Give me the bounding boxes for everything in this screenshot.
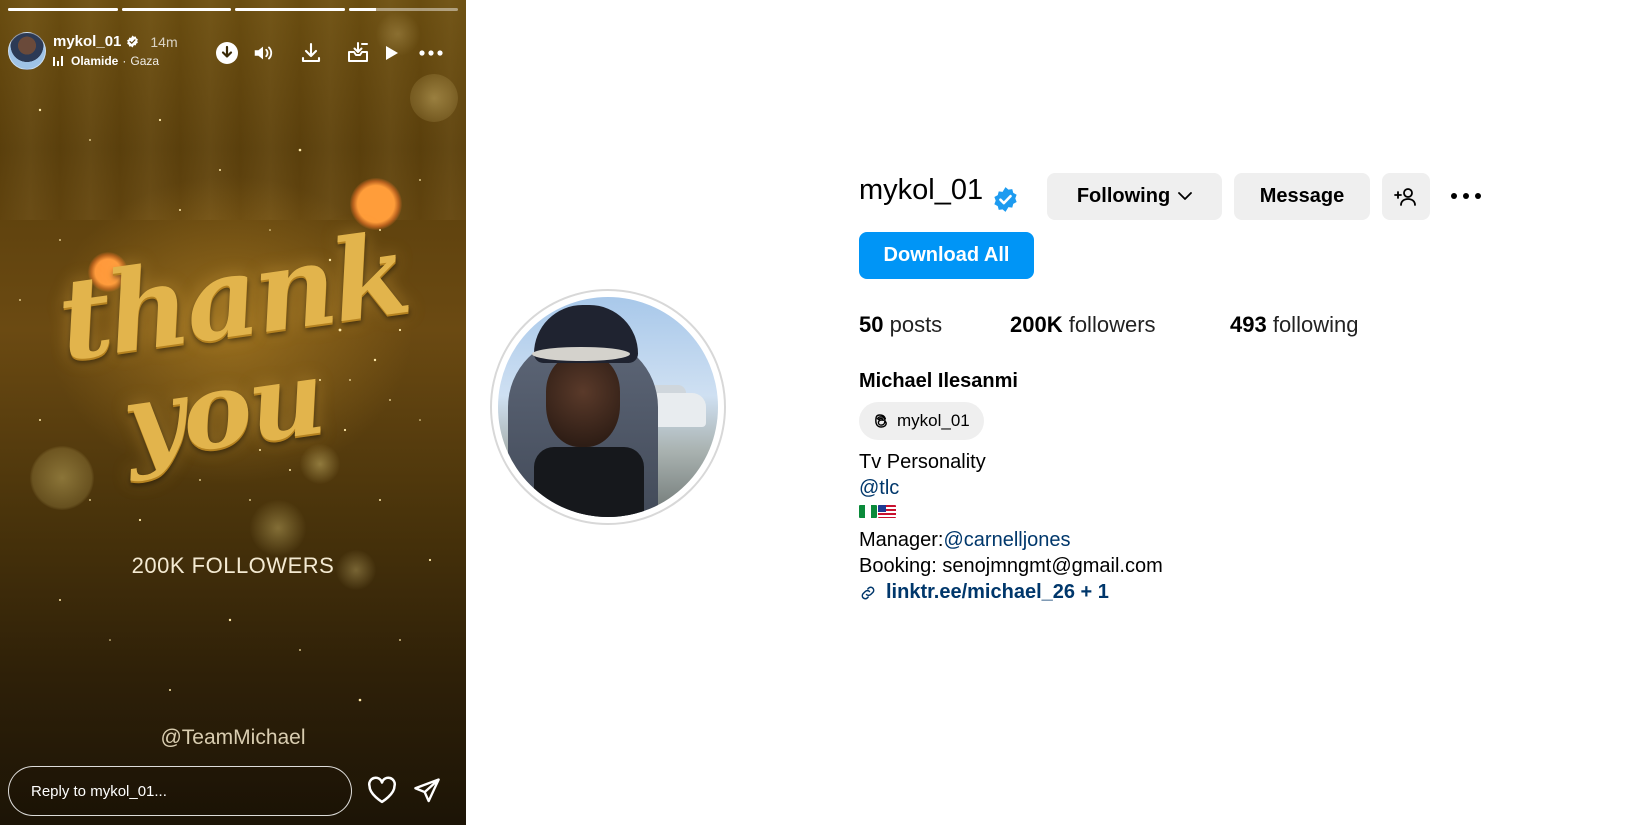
story-progress-segment [235, 8, 345, 11]
profile-page: mykol_01 Following Message Download All … [466, 0, 1650, 825]
more-horizontal-icon [1451, 193, 1481, 199]
story-reply-input[interactable]: Reply to mykol_01... [8, 766, 352, 816]
send-icon[interactable] [413, 776, 443, 806]
story-followers-caption: 200K FOLLOWERS [131, 553, 335, 578]
more-icon[interactable] [416, 40, 446, 66]
link-icon [861, 586, 875, 599]
followers-count-label: followers [1062, 312, 1156, 337]
following-button-label: Following [1076, 185, 1171, 207]
download-all-button[interactable]: Download All [859, 232, 1034, 279]
following-count-label: following [1266, 312, 1359, 337]
posts-count[interactable]: 50 posts [859, 312, 942, 338]
following-count[interactable]: 493 following [1230, 312, 1358, 338]
bio-category: Tv Personality [859, 451, 986, 473]
suggest-users-button[interactable] [1382, 173, 1430, 220]
play-icon[interactable] [378, 40, 404, 66]
story-viewer: mykol_01 14m Olamide · Gaza thank you 20… [0, 0, 466, 825]
story-progress-bar [8, 8, 458, 11]
save-to-archive-icon[interactable] [345, 40, 371, 66]
profile-photo [498, 297, 718, 517]
bio-flags [859, 505, 896, 518]
heart-icon[interactable] [367, 776, 399, 806]
message-button[interactable]: Message [1234, 173, 1370, 220]
profile-username: mykol_01 [859, 174, 984, 206]
external-link-text: linktr.ee/michael_26 + 1 [886, 581, 1109, 603]
music-bars-icon [53, 56, 63, 66]
threads-handle: mykol_01 [897, 411, 970, 430]
music-separator: · [122, 54, 127, 68]
bokeh-light [410, 74, 458, 122]
story-username[interactable]: mykol_01 [53, 33, 121, 50]
followers-count[interactable]: 200K followers [1010, 312, 1156, 338]
story-progress-segment [348, 8, 458, 11]
manager-mention[interactable]: @carnelljones [944, 529, 1071, 551]
profile-avatar[interactable] [490, 289, 726, 525]
threads-badge[interactable]: mykol_01 [859, 402, 984, 440]
music-song: Gaza [130, 54, 160, 68]
threads-icon [875, 414, 887, 428]
story-progress-segment [121, 8, 231, 11]
followers-count-value: 200K [1010, 312, 1063, 337]
bio-mention-tlc[interactable]: @tlc [859, 477, 899, 500]
posts-count-value: 50 [859, 312, 884, 337]
story-music-info[interactable]: Olamide · Gaza [53, 54, 159, 68]
bokeh-light [250, 500, 306, 556]
chevron-down-icon [1178, 192, 1193, 200]
posts-count-label: posts [883, 312, 943, 337]
volume-icon[interactable] [250, 40, 276, 66]
following-count-value: 493 [1230, 312, 1267, 337]
music-artist: Olamide [71, 54, 119, 68]
booking-label: Booking: [859, 555, 943, 577]
bio-manager: Manager:@carnelljones [859, 529, 1071, 552]
story-watermark: @TeamMichael [160, 726, 306, 749]
nigeria-flag-icon [859, 505, 877, 518]
manager-label: Manager: [859, 529, 944, 551]
usa-flag-icon [878, 505, 896, 518]
save-icon[interactable] [298, 40, 324, 66]
verified-badge-icon [994, 187, 1017, 212]
external-link[interactable]: linktr.ee/michael_26 + 1 [859, 581, 1109, 604]
profile-full-name: Michael Ilesanmi [859, 370, 1018, 392]
story-timestamp: 14m [150, 33, 178, 50]
profile-options-button[interactable] [1446, 176, 1486, 216]
story-avatar[interactable] [8, 32, 46, 70]
download-icon[interactable] [214, 40, 240, 66]
add-user-icon [1394, 187, 1416, 206]
story-progress-segment [8, 8, 118, 11]
verified-badge-icon [127, 35, 139, 48]
bio-booking: Booking: senojmngmt@gmail.com [859, 555, 1163, 578]
booking-email: senojmngmt@gmail.com [942, 555, 1163, 577]
following-button[interactable]: Following [1047, 173, 1222, 220]
